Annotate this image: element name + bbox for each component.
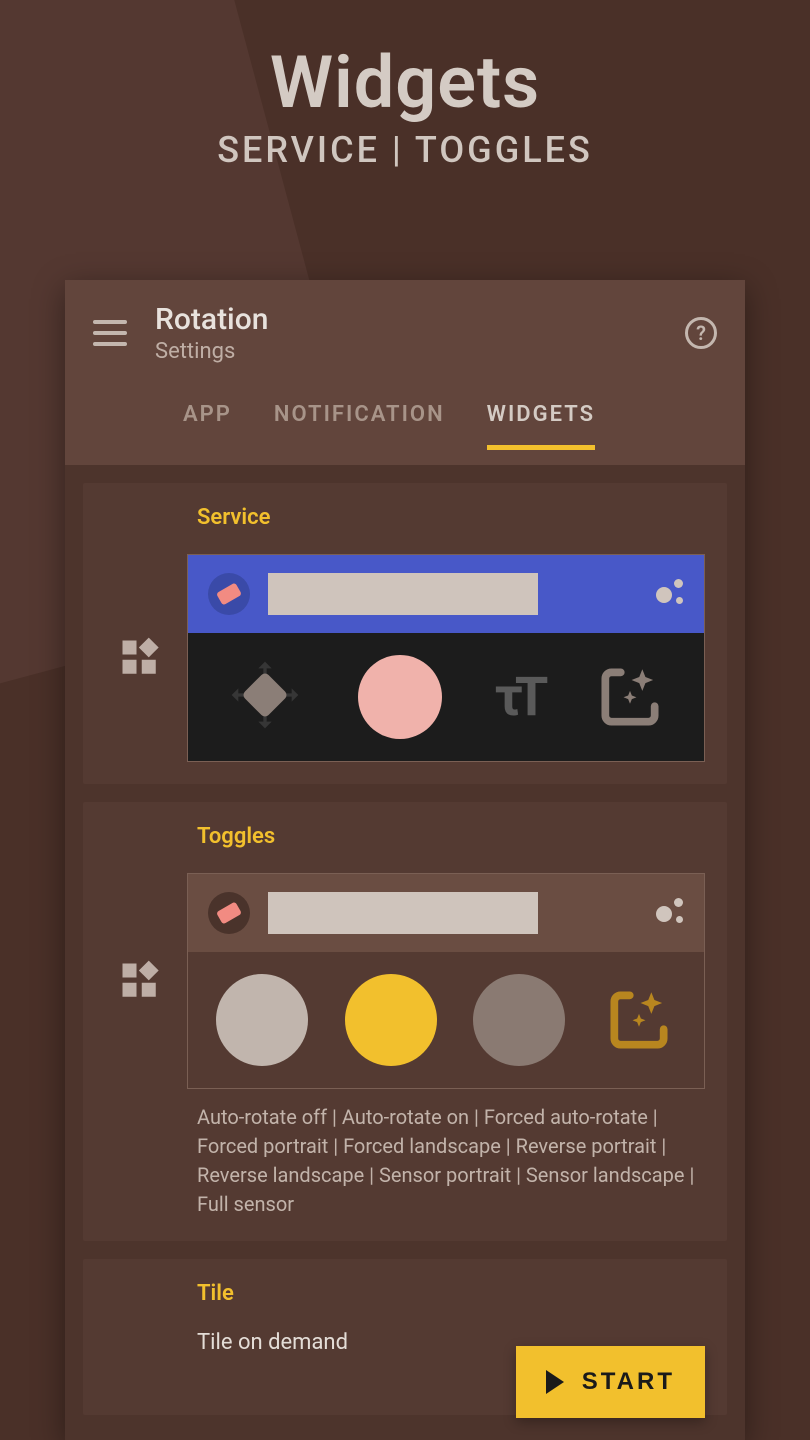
app-subtitle: Settings: [155, 339, 657, 364]
toggles-preview-header: [188, 874, 704, 952]
help-icon[interactable]: ?: [685, 317, 717, 349]
tab-app[interactable]: APP: [183, 402, 232, 450]
text-size-icon: τT: [495, 666, 541, 729]
service-preview[interactable]: τT: [187, 554, 705, 762]
title-placeholder: [268, 573, 538, 615]
tab-notification[interactable]: NOTIFICATION: [274, 402, 445, 450]
color-swatch-yellow: [345, 974, 437, 1066]
color-swatch-grey: [216, 974, 308, 1066]
toggles-description: Auto-rotate off | Auto-rotate on | Force…: [197, 1103, 705, 1219]
color-swatch-pink: [358, 655, 442, 739]
rotation-icon: [208, 892, 250, 934]
toggles-title: Toggles: [197, 824, 705, 849]
hero: Widgets SERVICE | TOGGLES: [0, 0, 810, 171]
menu-icon[interactable]: [93, 320, 127, 346]
more-icon: [650, 579, 684, 609]
service-card: Service τT: [83, 483, 727, 784]
start-button[interactable]: START: [516, 1346, 705, 1418]
content: Service τT: [65, 465, 745, 1440]
service-title: Service: [197, 505, 705, 530]
widgets-icon: [105, 637, 175, 679]
color-swatch-dim: [473, 974, 565, 1066]
widgets-icon: [105, 960, 175, 1002]
start-button-label: START: [582, 1368, 675, 1396]
toggles-preview[interactable]: [187, 873, 705, 1089]
tabs: APP NOTIFICATION WIDGETS: [93, 402, 717, 450]
title-placeholder: [268, 892, 538, 934]
service-preview-header: [188, 555, 704, 633]
toggles-card: Toggles: [83, 802, 727, 1241]
hero-title: Widgets: [0, 40, 810, 125]
more-icon: [650, 898, 684, 928]
hero-subtitle: SERVICE | TOGGLES: [0, 129, 810, 171]
service-preview-body: τT: [188, 633, 704, 761]
rotation-icon: [208, 573, 250, 615]
app-bar: Rotation Settings ? APP NOTIFICATION WID…: [65, 280, 745, 465]
sparkle-box-icon: [593, 660, 667, 734]
app-title: Rotation: [155, 302, 657, 337]
sparkle-box-icon: [602, 983, 676, 1057]
gear-rotation-icon: [225, 655, 305, 739]
tab-widgets[interactable]: WIDGETS: [487, 402, 595, 450]
phone-frame: Rotation Settings ? APP NOTIFICATION WID…: [65, 280, 745, 1440]
tile-title: Tile: [197, 1281, 705, 1306]
play-icon: [546, 1370, 564, 1394]
toggles-preview-body: [188, 952, 704, 1088]
